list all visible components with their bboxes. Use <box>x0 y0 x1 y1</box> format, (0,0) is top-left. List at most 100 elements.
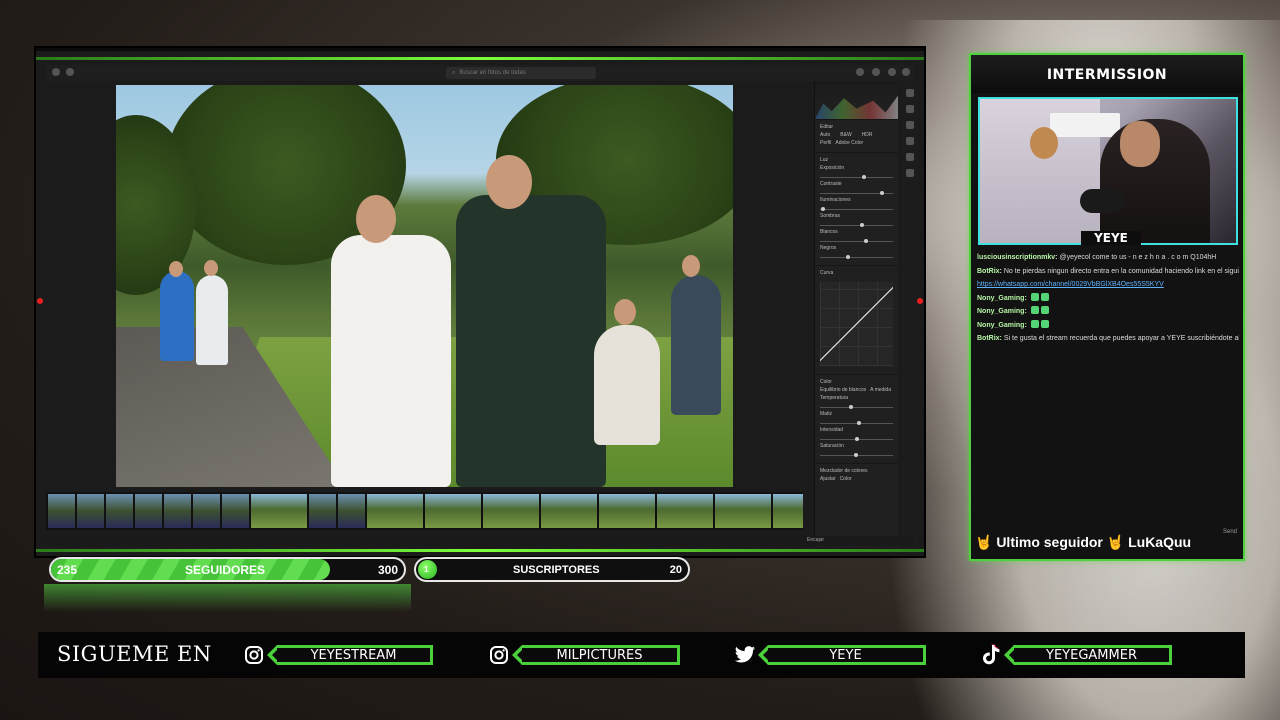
filmstrip-thumbnail[interactable] <box>77 494 104 528</box>
filmstrip-thumbnail[interactable] <box>599 494 655 528</box>
webcam-feed <box>978 97 1238 245</box>
window-border-bottom <box>36 549 924 552</box>
crop-tool-icon[interactable] <box>906 105 914 113</box>
chat-message: Nony_Gaming: <box>977 305 1239 319</box>
edit-header: Editar Auto B&W HDR Perfil Adobe Color <box>815 119 898 152</box>
vibrance-slider[interactable] <box>820 435 893 443</box>
guest <box>196 275 228 365</box>
color-section-toggle[interactable]: Color <box>820 379 893 387</box>
chat-message: Nony_Gaming: <box>977 319 1239 333</box>
groom-head <box>486 155 532 209</box>
filmstrip-thumbnail[interactable] <box>657 494 713 528</box>
chat-message: BotRix: No te pierdas ningun directo ent… <box>977 265 1239 279</box>
chat-message: Nony_Gaming: <box>977 292 1239 306</box>
exposure-slider[interactable] <box>820 173 893 181</box>
back-icon[interactable] <box>66 68 74 76</box>
followers-current: 235 <box>57 563 78 577</box>
fit-zoom-select[interactable]: Encajar <box>807 537 824 543</box>
social-handle: YEYE <box>758 645 926 665</box>
guest-head <box>169 261 183 277</box>
highlights-slider[interactable] <box>820 205 893 213</box>
adjust-select[interactable]: Color <box>840 476 852 484</box>
chat-username: Nony_Gaming: <box>977 294 1029 302</box>
emote-icon <box>1040 319 1049 328</box>
whites-slider[interactable] <box>820 237 893 245</box>
followers-goal: 300 <box>377 563 398 577</box>
bride <box>331 235 451 487</box>
filmstrip-thumbnail[interactable] <box>338 494 365 528</box>
filmstrip-thumbnail[interactable] <box>222 494 249 528</box>
social-handle: YEYEGAMMER <box>1004 645 1172 665</box>
filmstrip-thumbnail[interactable] <box>135 494 162 528</box>
microphone <box>1080 189 1124 213</box>
chat-box: lusciousinscriptionmkv: @yeyecol come to… <box>977 251 1239 531</box>
saturation-slider[interactable] <box>820 451 893 459</box>
presets-tool-icon[interactable] <box>906 169 914 177</box>
mixer-toggle[interactable]: Mezclador de colores <box>820 468 893 476</box>
share-icon[interactable] <box>872 68 880 76</box>
guest <box>671 275 721 415</box>
hdr-button[interactable]: HDR <box>862 132 873 140</box>
guest <box>594 325 660 445</box>
filmstrip-thumbnail[interactable] <box>425 494 481 528</box>
contrast-slider[interactable] <box>820 189 893 197</box>
temperature-slider[interactable] <box>820 403 893 411</box>
filmstrip-thumbnail[interactable] <box>309 494 336 528</box>
lightroom-toolbar: ⌕ Buscar en fotos de todas <box>46 65 914 81</box>
mask-tool-icon[interactable] <box>906 137 914 145</box>
filmstrip-thumbnail[interactable] <box>367 494 423 528</box>
temperature-label: Temperatura <box>820 395 849 401</box>
filmstrip-thumbnail[interactable] <box>48 494 75 528</box>
stream-overlay: ⌕ Buscar en fotos de todas Editar Auto B… <box>0 0 1280 720</box>
filmstrip-thumbnail[interactable] <box>164 494 191 528</box>
profile-select[interactable]: Adobe Color <box>835 140 863 148</box>
wb-select[interactable]: A medida <box>870 387 891 395</box>
send-button[interactable]: Send <box>1223 529 1237 535</box>
curve-section: Curva <box>815 265 898 374</box>
filmstrip-thumbnail[interactable] <box>773 494 803 528</box>
followers-glow <box>44 584 411 612</box>
filmstrip-thumbnail[interactable] <box>715 494 771 528</box>
stream-side-panel: INTERMISSION YEYE lusciousinscriptionmkv… <box>969 53 1245 561</box>
mixer-section: Mezclador de colores Ajustar Color <box>815 463 898 488</box>
filmstrip-thumbnail[interactable] <box>193 494 220 528</box>
tool-strip <box>902 81 918 547</box>
chat-link[interactable]: https://whatsapp.com/channel/0029VbBGlXB… <box>977 281 1164 288</box>
chat-text: Si te gusta el stream recuerda que puede… <box>1003 335 1239 342</box>
followers-label: SEGUIDORES <box>185 563 266 577</box>
subscribers-label: SUSCRIPTORES <box>513 564 600 576</box>
wall-sign <box>1050 113 1120 137</box>
last-follower: 🤘 Ultimo seguidor 🤘 LuKaQuu <box>975 534 1192 550</box>
tint-slider[interactable] <box>820 419 893 427</box>
shadows-slider[interactable] <box>820 221 893 229</box>
filmstrip-thumbnail[interactable] <box>483 494 539 528</box>
frame-dot <box>917 298 923 304</box>
emote-icon <box>1030 292 1039 301</box>
edited-photo[interactable] <box>116 85 733 487</box>
redeye-tool-icon[interactable] <box>906 153 914 161</box>
chat-text: @yeyecol come to us - n e z h n a . c o … <box>1059 254 1217 261</box>
light-section-toggle[interactable]: Luz <box>820 157 893 165</box>
filmstrip-thumbnail[interactable] <box>541 494 597 528</box>
exposure-label: Exposición <box>820 165 845 171</box>
filmstrip[interactable] <box>46 492 803 530</box>
bw-button[interactable]: B&W <box>840 132 851 140</box>
menu-icon[interactable] <box>52 68 60 76</box>
help-icon[interactable] <box>902 68 910 76</box>
heal-tool-icon[interactable] <box>906 121 914 129</box>
highlights-label: Iluminaciones <box>820 197 851 203</box>
chat-text: No te pierdas ningun directo entra en la… <box>1003 267 1239 275</box>
tone-curve[interactable] <box>820 282 893 366</box>
filmstrip-thumbnail[interactable] <box>251 494 307 528</box>
emote-icon <box>1040 306 1049 314</box>
edit-tool-icon[interactable] <box>906 89 914 97</box>
guest-head <box>682 255 700 277</box>
auto-button[interactable]: Auto <box>820 132 830 140</box>
search-field[interactable]: ⌕ Buscar en fotos de todas <box>446 67 596 79</box>
blacks-slider[interactable] <box>820 253 893 261</box>
cloud-icon[interactable] <box>856 68 864 76</box>
vibrance-label: Intensidad <box>820 427 844 433</box>
settings-icon[interactable] <box>888 68 896 76</box>
filmstrip-thumbnail[interactable] <box>106 494 133 528</box>
curve-section-toggle[interactable]: Curva <box>820 270 893 278</box>
